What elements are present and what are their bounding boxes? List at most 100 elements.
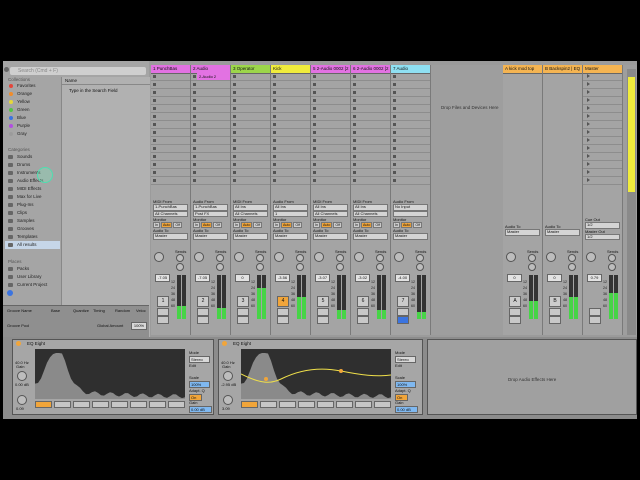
clip-slot[interactable] bbox=[191, 97, 230, 105]
clip-slot[interactable] bbox=[311, 177, 350, 185]
solo-button[interactable] bbox=[277, 308, 289, 316]
gain-knob[interactable] bbox=[17, 371, 27, 381]
output-gain-value[interactable]: 0.00 dB bbox=[189, 406, 212, 413]
collection-item-orange[interactable]: Orange bbox=[5, 90, 60, 98]
clip-slot[interactable] bbox=[391, 153, 430, 161]
clip-stop-icon[interactable] bbox=[233, 131, 236, 134]
audio-to-select[interactable]: Master bbox=[313, 233, 348, 240]
collection-item-blue[interactable]: Blue bbox=[5, 114, 60, 122]
send-a-knob[interactable] bbox=[336, 254, 344, 262]
clip-slot[interactable] bbox=[351, 97, 390, 105]
clip-slot[interactable] bbox=[231, 177, 270, 185]
band-5-button[interactable] bbox=[317, 401, 334, 408]
scene-launch-icon[interactable] bbox=[587, 130, 590, 134]
clip-stop-icon[interactable] bbox=[273, 107, 276, 110]
clip-stop-icon[interactable] bbox=[193, 123, 196, 126]
band-selector[interactable] bbox=[241, 401, 391, 408]
clip-slot[interactable] bbox=[583, 105, 622, 113]
clip-slot[interactable] bbox=[151, 137, 190, 145]
volume-value[interactable]: -7.05 bbox=[195, 274, 210, 282]
arm-button[interactable] bbox=[357, 316, 369, 324]
solo-button[interactable] bbox=[237, 308, 249, 316]
clip-slot[interactable] bbox=[351, 113, 390, 121]
clip-slot[interactable] bbox=[271, 161, 310, 169]
clip-slot[interactable] bbox=[191, 169, 230, 177]
clip-stop-icon[interactable] bbox=[313, 75, 316, 78]
clip[interactable]: 2-Audio 2 bbox=[197, 73, 230, 80]
output-gain-value[interactable]: 0.00 dB bbox=[395, 406, 418, 413]
send-a-knob[interactable] bbox=[528, 254, 536, 262]
scene-launch-icon[interactable] bbox=[587, 114, 590, 118]
volume-value[interactable]: -3.07 bbox=[315, 274, 330, 282]
pan-knob[interactable] bbox=[394, 252, 404, 262]
clip-stop-icon[interactable] bbox=[233, 163, 236, 166]
clip-slot[interactable] bbox=[191, 177, 230, 185]
clip-stop-icon[interactable] bbox=[273, 155, 276, 158]
arm-button[interactable] bbox=[317, 316, 329, 324]
clip-slot[interactable] bbox=[191, 89, 230, 97]
solo-button[interactable] bbox=[157, 308, 169, 316]
clip-slot[interactable] bbox=[151, 169, 190, 177]
category-item-templates[interactable]: Templates bbox=[5, 233, 60, 241]
clip-slot[interactable] bbox=[583, 81, 622, 89]
clip-slot[interactable] bbox=[391, 121, 430, 129]
clip-slot[interactable] bbox=[391, 177, 430, 185]
clip-slot[interactable] bbox=[583, 137, 622, 145]
monitor-off-button[interactable]: Off bbox=[253, 222, 263, 228]
frequency-knob[interactable] bbox=[223, 395, 233, 405]
clip-stop-icon[interactable] bbox=[393, 131, 396, 134]
band-1-button[interactable] bbox=[35, 401, 52, 408]
clip-slot[interactable] bbox=[231, 153, 270, 161]
clip-stop-icon[interactable] bbox=[313, 107, 316, 110]
track-activator[interactable]: 1 bbox=[157, 296, 169, 307]
band-1-button[interactable] bbox=[241, 401, 258, 408]
clip-stop-icon[interactable] bbox=[193, 91, 196, 94]
band-3-button[interactable] bbox=[279, 401, 296, 408]
clip-stop-icon[interactable] bbox=[313, 147, 316, 150]
clip-slot[interactable] bbox=[391, 97, 430, 105]
clip-stop-icon[interactable] bbox=[393, 91, 396, 94]
monitor-off-button[interactable]: Off bbox=[173, 222, 183, 228]
clip-stop-icon[interactable] bbox=[273, 147, 276, 150]
clip-slot[interactable] bbox=[231, 121, 270, 129]
clip-stop-icon[interactable] bbox=[233, 91, 236, 94]
solo-button[interactable] bbox=[549, 308, 561, 316]
clip-stop-icon[interactable] bbox=[193, 155, 196, 158]
clip-slot[interactable] bbox=[151, 177, 190, 185]
send-b-knob[interactable] bbox=[568, 263, 576, 271]
band-4-button[interactable] bbox=[92, 401, 109, 408]
clip-stop-icon[interactable] bbox=[193, 147, 196, 150]
power-icon[interactable] bbox=[16, 341, 21, 346]
clip-stop-icon[interactable] bbox=[353, 131, 356, 134]
clip-stop-icon[interactable] bbox=[273, 115, 276, 118]
audio-to-select[interactable]: Master bbox=[353, 233, 388, 240]
clip-slot[interactable] bbox=[583, 129, 622, 137]
clip-stop-icon[interactable] bbox=[393, 115, 396, 118]
pan-knob[interactable] bbox=[546, 252, 556, 262]
send-a-knob[interactable] bbox=[296, 254, 304, 262]
clip-slot[interactable] bbox=[191, 81, 230, 89]
clip-stop-icon[interactable] bbox=[353, 163, 356, 166]
clip-stop-icon[interactable] bbox=[193, 163, 196, 166]
clip-slot[interactable] bbox=[151, 113, 190, 121]
clip-stop-icon[interactable] bbox=[193, 75, 196, 78]
clip-stop-icon[interactable] bbox=[193, 83, 196, 86]
clip-stop-icon[interactable] bbox=[153, 139, 156, 142]
clip-stop-icon[interactable] bbox=[233, 179, 236, 182]
clip-slot[interactable] bbox=[583, 145, 622, 153]
clip-stop-icon[interactable] bbox=[393, 171, 396, 174]
volume-value[interactable]: 0.79 bbox=[587, 274, 602, 282]
clip-slot[interactable] bbox=[151, 73, 190, 81]
clip-slot[interactable] bbox=[271, 153, 310, 161]
eq-graph[interactable] bbox=[35, 349, 185, 399]
solo-button[interactable] bbox=[357, 308, 369, 316]
send-a-knob[interactable] bbox=[376, 254, 384, 262]
clip-slot[interactable] bbox=[583, 73, 622, 81]
track-activator[interactable]: 2 bbox=[197, 296, 209, 307]
clip-stop-icon[interactable] bbox=[193, 115, 196, 118]
clip-stop-icon[interactable] bbox=[233, 99, 236, 102]
eq-graph[interactable] bbox=[240, 349, 392, 399]
clip-stop-icon[interactable] bbox=[153, 115, 156, 118]
clip-slot[interactable] bbox=[391, 145, 430, 153]
clip-stop-icon[interactable] bbox=[233, 155, 236, 158]
